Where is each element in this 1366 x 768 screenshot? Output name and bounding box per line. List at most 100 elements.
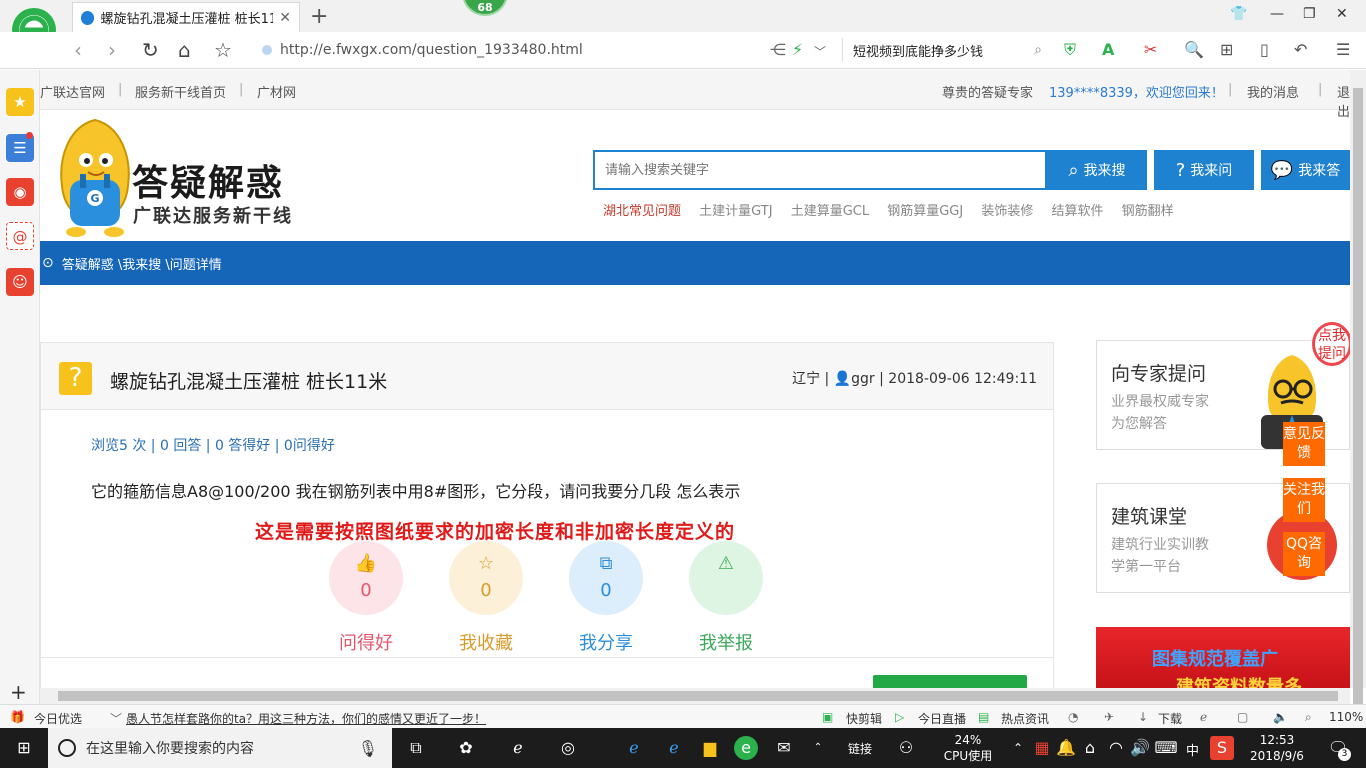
link-logout[interactable]: 退出	[1337, 82, 1350, 120]
new-tab-icon[interactable]: +	[310, 4, 328, 29]
taskbar-search-box[interactable]: 在这里输入你要搜索的内容 🎙	[48, 728, 392, 768]
hot-link[interactable]: 钢筋算量GGJ	[887, 204, 963, 219]
today-live[interactable]: 今日直播	[918, 710, 966, 727]
hot-link[interactable]: 钢筋翻样	[1122, 204, 1174, 219]
phone-icon[interactable]: ▯	[1260, 40, 1269, 59]
ask-button[interactable]: ? 我来问	[1154, 150, 1254, 190]
ie-mode-icon[interactable]: ℯ	[1200, 710, 1207, 724]
ie-icon[interactable]: ℯ	[662, 736, 686, 760]
share-button[interactable]: ⧉ 0 我分享	[569, 541, 643, 655]
speaker-icon[interactable]: 🔊	[1128, 736, 1152, 760]
maximize-icon[interactable]: ❐	[1303, 6, 1316, 22]
fan-app-icon[interactable]: ✿	[454, 736, 478, 760]
game-robot-icon[interactable]: ☺	[6, 268, 34, 296]
magnifier-icon[interactable]: 🔍	[1184, 40, 1204, 59]
shirt-skin-icon[interactable]: 👕	[1230, 6, 1247, 22]
menu-icon[interactable]: ☰	[1336, 40, 1350, 59]
lightning-icon[interactable]: ⚡	[792, 40, 803, 59]
today-picks[interactable]: 今日优选	[34, 710, 82, 727]
favorites-star-icon[interactable]: ★	[6, 88, 34, 116]
hot-link[interactable]: 湖北常见问题	[603, 204, 681, 219]
mail-envelope-icon[interactable]: ✉	[772, 736, 796, 760]
tools-icon[interactable]: ✈	[1104, 710, 1114, 724]
site-title[interactable]: 答疑解惑	[132, 154, 284, 206]
window-icon[interactable]: ▢	[1237, 710, 1248, 724]
tray-bell-icon[interactable]: 🔔	[1054, 736, 1078, 760]
spiral-app-icon[interactable]: ◎	[556, 736, 580, 760]
apps-grid-icon[interactable]: ⊞	[1220, 40, 1233, 59]
tray-network-icon[interactable]: ⌂	[1078, 736, 1102, 760]
chevron-down-icon[interactable]: ﹀	[110, 710, 122, 727]
feedback-button[interactable]: 意见反馈	[1283, 422, 1325, 466]
link-my-messages[interactable]: 我的消息	[1247, 82, 1299, 101]
report-button[interactable]: ⚠ 0 我举报	[689, 541, 763, 655]
file-explorer-icon[interactable]: ▆	[698, 736, 722, 760]
breadcrumb[interactable]: 答疑解惑 \我来搜 \问题详情	[62, 254, 222, 273]
speed-icon[interactable]: ◔	[1068, 710, 1078, 724]
translate-icon[interactable]: A	[1102, 40, 1114, 59]
url-text[interactable]: http://e.fwxgx.com/question_1933480.html	[280, 42, 583, 58]
hot-news[interactable]: 热点资讯	[1001, 710, 1049, 727]
refresh-icon[interactable]: ↻	[142, 38, 159, 62]
hot-link[interactable]: 装饰装修	[981, 204, 1033, 219]
tray-app-icon[interactable]: ▦	[1030, 736, 1054, 760]
close-window-icon[interactable]: ✕	[1336, 6, 1348, 22]
qq-consult-button[interactable]: QQ咨询	[1283, 532, 1325, 576]
windows-start-icon[interactable]: ⊞	[12, 736, 36, 760]
answer-button[interactable]: 💬 我来答	[1261, 150, 1350, 190]
shield-icon[interactable]: ⛨	[1064, 40, 1076, 60]
hot-link[interactable]: 结算软件	[1052, 204, 1104, 219]
quick-edit[interactable]: 快剪辑	[846, 710, 882, 727]
scissors-icon[interactable]: ✂	[1144, 40, 1157, 59]
promo-banner[interactable]: 图集规范覆盖广 建筑资料数量多	[1096, 627, 1350, 688]
sogou-ime-icon[interactable]: S	[1210, 736, 1234, 760]
mascot-logo-icon[interactable]: G	[50, 116, 140, 238]
sidebar-add-icon[interactable]: +	[10, 680, 27, 704]
undo-icon[interactable]: ↶	[1294, 40, 1307, 59]
mail-icon[interactable]: @	[6, 222, 34, 250]
follow-us-button[interactable]: 关注我们	[1283, 478, 1325, 522]
wifi-icon[interactable]: ◠	[1104, 736, 1128, 760]
browser-tab-active[interactable]: 螺旋钻孔混凝土压灌桩 桩长11米 ✕	[72, 2, 300, 32]
forward-icon[interactable]: ›	[108, 38, 116, 62]
hot-link[interactable]: 土建算量GCL	[791, 204, 869, 219]
cpu-usage[interactable]: 24% CPU使用	[938, 732, 998, 764]
search-input[interactable]	[593, 150, 1047, 190]
search-button[interactable]: ⌕ 我来搜	[1047, 150, 1147, 190]
volume-icon[interactable]: 🔈	[1273, 710, 1288, 724]
like-question-button[interactable]: 👍 0 问得好	[329, 541, 403, 655]
vertical-scrollbar[interactable]	[1350, 70, 1366, 708]
home-icon[interactable]: ⌂	[178, 38, 191, 62]
horizontal-scrollbar[interactable]	[40, 688, 1350, 704]
browser-task-icon[interactable]: e	[734, 736, 758, 760]
keyboard-icon[interactable]: ⌨	[1154, 736, 1178, 760]
minimize-icon[interactable]: —	[1270, 6, 1284, 22]
zoom-level[interactable]: 110%	[1329, 710, 1363, 724]
address-search-box[interactable]: 短视频到底能挣多少钱 ⌕	[842, 38, 1042, 62]
link-glodon-official[interactable]: 广联达官网	[40, 82, 105, 101]
url-field[interactable]: http://e.fwxgx.com/question_1933480.html	[262, 38, 842, 62]
edge-legacy-icon[interactable]: ℯ	[506, 736, 530, 760]
microphone-icon[interactable]: 🎙	[358, 739, 378, 758]
taskbar-link-label[interactable]: 链接	[848, 740, 872, 757]
address-search-text[interactable]: 短视频到底能挣多少钱	[853, 41, 983, 60]
answer-submit-button[interactable]	[873, 675, 1027, 688]
horizontal-scroll-thumb[interactable]	[58, 691, 1338, 701]
download-label[interactable]: 下载	[1158, 710, 1182, 727]
link-material-site[interactable]: 广材网	[257, 82, 296, 101]
people-icon[interactable]: ⚇	[894, 736, 918, 760]
favorite-button[interactable]: ☆ 0 我收藏	[449, 541, 523, 655]
tray-expand-icon[interactable]: ⌃	[1006, 736, 1030, 760]
hot-link[interactable]: 土建计量GTJ	[699, 204, 772, 219]
back-icon[interactable]: ‹	[74, 38, 82, 62]
ime-indicator[interactable]: 中	[1186, 740, 1199, 759]
vertical-scroll-thumb[interactable]	[1353, 88, 1363, 708]
news-ticker[interactable]: 愚人节怎样套路你的ta？用这三种方法，你们的感情又更近了一步！	[126, 710, 486, 727]
favorite-star-icon[interactable]: ☆	[214, 38, 232, 62]
task-view-icon[interactable]: ⧉	[404, 736, 428, 760]
search-icon[interactable]: ⌕	[1034, 42, 1042, 58]
edge-icon[interactable]: ℯ	[622, 736, 646, 760]
welcome-user[interactable]: 139****8339，欢迎您回来！	[1049, 82, 1224, 101]
chevron-down-icon[interactable]: ﹀	[814, 43, 826, 60]
weibo-icon[interactable]: ◉	[6, 178, 34, 206]
